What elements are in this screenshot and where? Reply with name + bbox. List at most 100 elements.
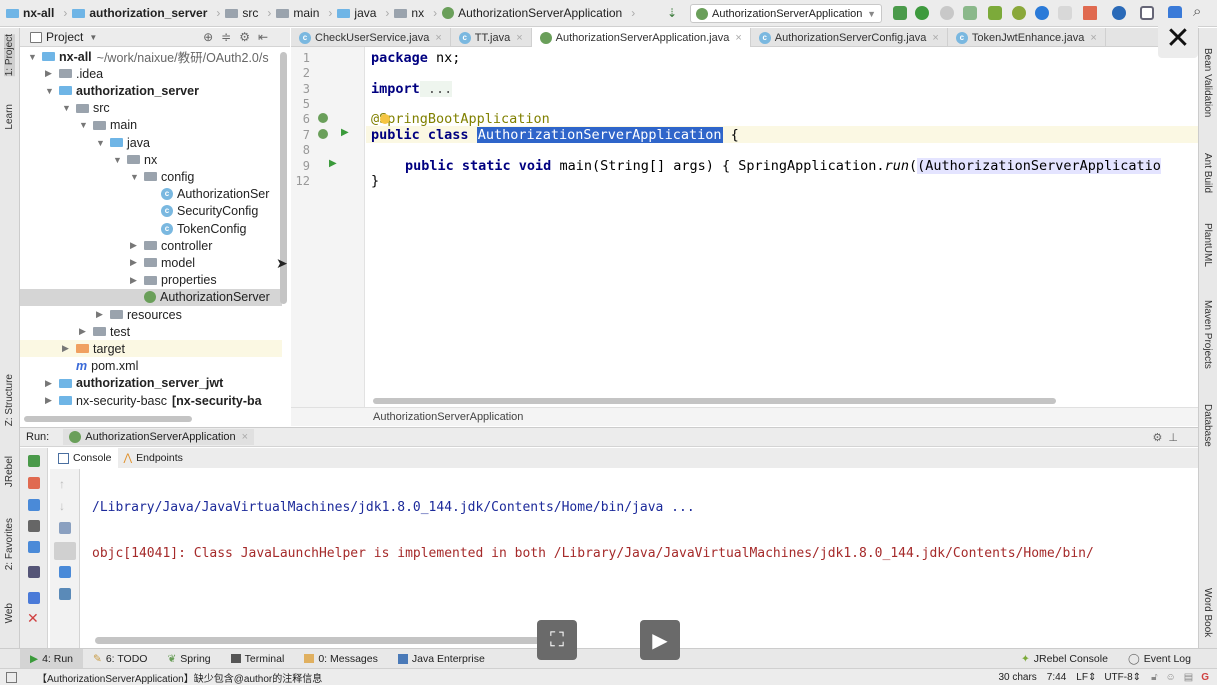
tool-jrebel[interactable]: JRebel — [4, 456, 15, 487]
file-encoding[interactable]: UTF-8⇕ — [1104, 672, 1141, 683]
breadcrumb-nx[interactable]: nx — [394, 6, 424, 20]
collapse-arrow-icon[interactable]: ▶ — [45, 68, 59, 79]
pause-icon[interactable] — [28, 499, 40, 511]
tree-item[interactable]: c SecurityConfig — [20, 203, 282, 220]
help-icon[interactable] — [1112, 6, 1126, 20]
exit-icon[interactable] — [28, 541, 40, 553]
build-icon[interactable] — [1058, 6, 1072, 20]
breadcrumb-java[interactable]: java — [337, 6, 376, 20]
tool-jrebel-console[interactable]: ✦ JRebel Console — [1011, 649, 1118, 669]
console-horizontal-scrollbar[interactable] — [95, 637, 540, 644]
tool-spring[interactable]: ❦ Spring — [157, 649, 220, 669]
toggle-tool-windows-icon[interactable] — [6, 671, 17, 683]
tool-word-book[interactable]: Word Book — [1202, 588, 1213, 637]
profile-icon[interactable] — [963, 6, 977, 20]
breadcrumb-class[interactable]: AuthorizationServerApplication — [442, 6, 622, 20]
code-line-6[interactable]: @SpringBootApplication — [371, 111, 550, 127]
tool-ant-build[interactable]: Ant Build — [1202, 153, 1213, 193]
project-view-selector[interactable]: Project — [46, 30, 83, 44]
spring-bean-icon[interactable] — [318, 129, 328, 139]
tab-endpoints[interactable]: ⋀ Endpoints — [118, 448, 189, 468]
tool-java-enterprise[interactable]: Java Enterprise — [388, 649, 495, 669]
tree-item[interactable]: ▶ controller — [20, 237, 282, 254]
code-line-9[interactable]: public static void main(String[] args) {… — [405, 158, 1161, 174]
expand-arrow-icon[interactable]: ▼ — [45, 86, 59, 96]
code-line-12[interactable]: } — [371, 173, 379, 189]
jrebel-run-icon[interactable] — [988, 6, 1002, 20]
code-line-1[interactable]: package nx; — [371, 50, 460, 66]
collapse-arrow-icon[interactable]: ▶ — [130, 275, 144, 286]
coverage-icon[interactable] — [940, 6, 954, 20]
tree-item[interactable]: ▶ nx-security-basc [nx-security-ba — [20, 392, 282, 409]
tool-learn[interactable]: Learn — [4, 104, 15, 130]
tree-item[interactable]: ▼ java — [20, 134, 282, 151]
pin-icon[interactable] — [28, 592, 40, 604]
tool-plantuml[interactable]: PlantUML — [1202, 223, 1213, 267]
tree-item[interactable]: ▼ authorization_server — [20, 82, 282, 99]
panel-actions[interactable]: ⊕≑⚙⇤ — [203, 30, 276, 44]
close-tab-icon[interactable]: × — [932, 32, 938, 44]
run-configuration-select[interactable]: AuthorizationServerApplication ▼ — [690, 4, 882, 23]
print-icon[interactable] — [59, 566, 71, 578]
settings-icon[interactable]: ⚙⊥ — [1153, 431, 1184, 444]
tree-item[interactable]: ▼ nx — [20, 151, 282, 168]
play-button[interactable]: ▶ — [640, 620, 680, 660]
collapse-arrow-icon[interactable]: ▶ — [130, 257, 144, 268]
clear-all-icon[interactable] — [59, 588, 71, 600]
tool-maven-projects[interactable]: Maven Projects — [1202, 300, 1213, 369]
google-icon[interactable]: G — [1201, 672, 1209, 683]
close-overlay-button[interactable]: ✕ — [1158, 18, 1198, 58]
rerun-icon[interactable] — [893, 6, 907, 20]
tree-item[interactable]: AuthorizationServer — [20, 288, 282, 306]
editor-tab[interactable]: AuthorizationServerApplication.java × — [531, 28, 751, 47]
editor-tab[interactable]: c AuthorizationServerConfig.java × — [751, 28, 948, 47]
tree-item[interactable]: ▼ src — [20, 100, 282, 117]
tool-project[interactable]: 1: Project — [4, 34, 15, 77]
tool-bean-validation[interactable]: Bean Validation — [1202, 48, 1213, 117]
stop-icon[interactable] — [28, 477, 40, 489]
editor-horizontal-scrollbar[interactable] — [373, 398, 1056, 404]
tool-terminal[interactable]: Terminal — [221, 649, 295, 669]
dump-threads-icon[interactable] — [28, 520, 40, 532]
tree-item[interactable]: ▼ config — [20, 168, 282, 185]
tool-run[interactable]: ▶ 4: Run — [20, 648, 84, 669]
tree-item[interactable]: ▶ properties — [20, 272, 282, 289]
spring-bean-icon[interactable] — [318, 113, 328, 123]
tree-item[interactable]: ▶ test — [20, 323, 282, 340]
close-tab-icon[interactable]: × — [242, 431, 248, 443]
tool-structure[interactable]: Z: Structure — [4, 374, 15, 426]
collapse-arrow-icon[interactable]: ▶ — [130, 240, 144, 251]
run-gutter-icon[interactable]: ▶ — [329, 158, 337, 169]
tree-item[interactable]: m pom.xml — [20, 358, 282, 375]
lock-icon[interactable]: 🔓︎ — [1151, 672, 1157, 683]
collapse-arrow-icon[interactable]: ▶ — [79, 326, 93, 337]
tree-item[interactable]: ▶ model — [20, 254, 282, 271]
expand-arrow-icon[interactable]: ▼ — [62, 103, 76, 113]
line-separator[interactable]: LF⇕ — [1076, 672, 1096, 683]
console-output[interactable]: /Library/Java/JavaVirtualMachines/jdk1.8… — [82, 470, 1186, 640]
stop-icon[interactable] — [1083, 6, 1097, 20]
project-structure-icon[interactable] — [1140, 6, 1154, 20]
tab-console[interactable]: Console — [52, 448, 118, 468]
expand-arrow-icon[interactable]: ▼ — [113, 155, 127, 165]
code-line-3[interactable]: import ... — [371, 81, 453, 97]
tree-item[interactable]: ▶ resources — [20, 306, 282, 323]
chevron-down-icon[interactable]: ▼ — [89, 33, 97, 42]
expand-arrow-icon[interactable]: ▼ — [28, 52, 42, 62]
debug-icon[interactable] — [915, 6, 929, 20]
soft-wrap-icon[interactable] — [59, 522, 71, 534]
sort-icon[interactable]: ⇣ — [667, 6, 677, 20]
expand-arrow-icon[interactable]: ▼ — [130, 172, 144, 182]
cursor-position[interactable]: 7:44 — [1047, 672, 1066, 683]
tool-favorites[interactable]: 2: Favorites — [4, 518, 15, 570]
layout-icon[interactable] — [28, 566, 40, 578]
tool-database[interactable]: Database — [1202, 404, 1213, 447]
collapse-arrow-icon[interactable]: ▶ — [45, 378, 59, 389]
tree-item[interactable]: ▼ main — [20, 117, 282, 134]
editor-tab[interactable]: c TT.java × — [451, 28, 532, 47]
jrebel-debug-icon[interactable] — [1012, 6, 1026, 20]
close-tab-icon[interactable]: × — [435, 32, 441, 44]
tree-item[interactable]: ▶ authorization_server_jwt — [20, 375, 282, 392]
run-gutter-icon[interactable]: ▶ — [341, 127, 349, 138]
tree-item[interactable]: ▼ nx-all ~/work/naixue/教研/OAuth2.0/s — [20, 48, 282, 66]
